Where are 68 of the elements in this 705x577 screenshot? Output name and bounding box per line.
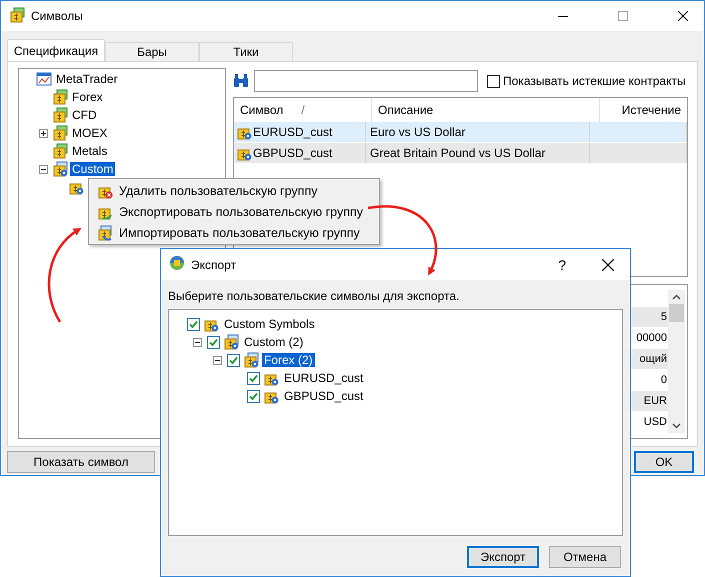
curved-arrow (368, 205, 438, 276)
checkbox[interactable] (187, 318, 200, 330)
table-cell: Great Britain Pound vs US Dollar (366, 143, 590, 164)
scrollbar[interactable] (668, 290, 685, 434)
search-field[interactable] (254, 70, 478, 92)
tree-item[interactable]: Metals (70, 144, 110, 158)
custom-folder-icon (243, 352, 259, 368)
table-cell: Euro vs US Dollar (366, 122, 590, 142)
table-row[interactable]: EURUSD_cust Euro vs US Dollar (234, 122, 687, 144)
tree-item[interactable]: Forex (70, 90, 105, 104)
tree-item[interactable]: Custom Symbols (222, 317, 317, 331)
menu-item[interactable]: Удалить пользовательскую группу (91, 180, 377, 201)
help-button[interactable]: ? (558, 256, 566, 272)
dialog-button[interactable]: Отмена (549, 546, 621, 568)
tree-item[interactable]: CFD (70, 108, 99, 122)
tree-item[interactable]: Forex (2) (262, 353, 315, 367)
window-title: Символы (31, 9, 83, 24)
binoculars-icon[interactable] (233, 74, 249, 88)
dialog-button[interactable]: Экспорт (467, 546, 539, 568)
collapse-icon[interactable] (213, 356, 222, 364)
folder-icon (52, 125, 68, 142)
tree-item[interactable]: GBPUSD_cust (282, 389, 366, 403)
menu-item[interactable]: Экспортировать пользовательскую группу (91, 201, 377, 222)
show-expired-checkbox[interactable]: Показывать истекшие контракты (487, 74, 686, 88)
column-header[interactable]: Истечение (600, 98, 687, 122)
tree-item[interactable]: EURUSD_cust (282, 371, 366, 385)
tree-item[interactable]: MetaTrader (54, 72, 120, 86)
tab[interactable]: Бары (105, 42, 199, 62)
custom-folder-icon (223, 334, 239, 350)
import-icon (97, 224, 113, 240)
scroll-thumb[interactable] (669, 304, 684, 322)
tree-item[interactable]: Custom (70, 162, 116, 176)
detail-value: 0 (660, 374, 667, 386)
folder-icon (52, 89, 68, 106)
menu-item[interactable]: Импортировать пользовательскую группу (91, 222, 377, 243)
checkbox[interactable] (227, 354, 240, 366)
custom-folder-icon (52, 161, 68, 178)
show-symbol-button[interactable]: Показать символ (7, 451, 155, 474)
scroll-down-icon[interactable] (672, 423, 681, 430)
tree-item[interactable]: Custom (2) (242, 335, 306, 349)
metatrader-icon (36, 71, 52, 88)
close-icon[interactable] (602, 258, 614, 270)
checkbox[interactable] (247, 372, 260, 384)
dialog-title: Экспорт (191, 258, 236, 272)
folder-icon (52, 143, 68, 160)
scroll-up-icon[interactable] (672, 294, 681, 300)
expand-icon[interactable] (39, 128, 48, 138)
folder-icon (9, 6, 25, 23)
checkbox[interactable] (247, 390, 260, 402)
tree-item[interactable]: MOEX (70, 126, 110, 140)
collapse-icon[interactable] (193, 338, 202, 346)
folder-icon (52, 107, 68, 124)
table-cell: GBPUSD_cust (253, 146, 332, 160)
detail-value: USD (644, 416, 667, 428)
detail-value: 5 (660, 311, 667, 324)
tab[interactable]: Спецификация (7, 39, 105, 62)
app-logo-icon (169, 255, 185, 271)
ok-button[interactable]: OK (634, 451, 694, 474)
detail-value: 00000 (636, 332, 667, 344)
table-row[interactable]: GBPUSD_cust Great Britain Pound vs US Dollar (234, 143, 687, 164)
checkbox[interactable] (207, 336, 220, 348)
detail-value: ощий (640, 353, 667, 366)
table-cell: EURUSD_cust (253, 125, 332, 140)
close-icon[interactable] (678, 11, 688, 22)
detail-value: EUR (644, 395, 667, 408)
tab[interactable]: Тики (199, 42, 293, 62)
collapse-icon[interactable] (39, 164, 48, 174)
dialog-prompt: Выберите пользовательские символы для экспорта. (168, 289, 460, 305)
